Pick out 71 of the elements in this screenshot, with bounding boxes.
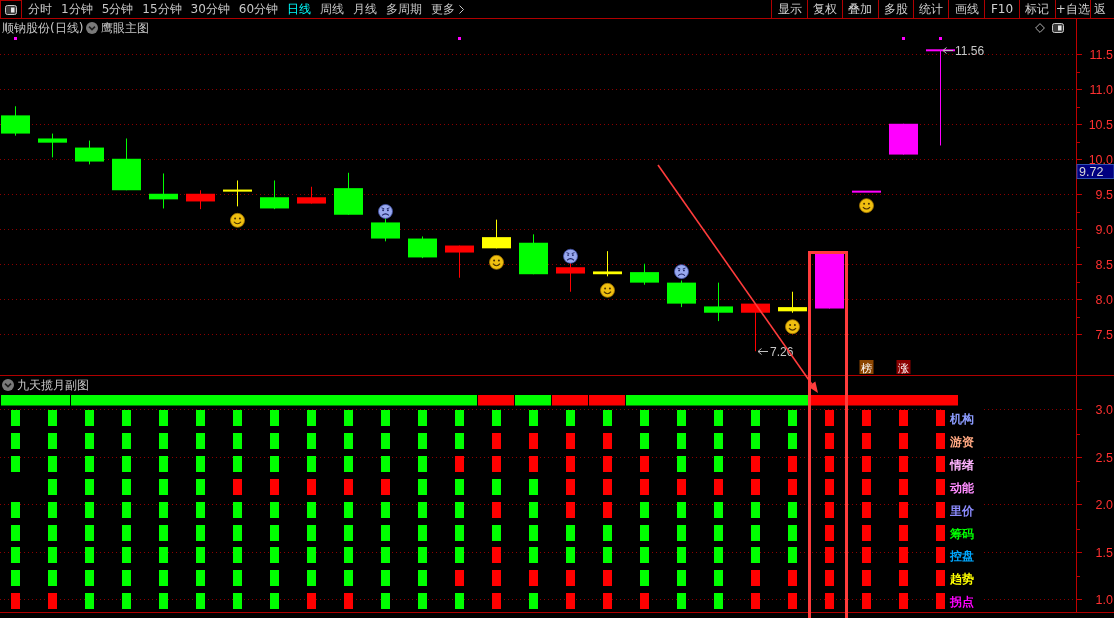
toolbar-button[interactable]: 返 bbox=[1090, 0, 1114, 18]
period-tab[interactable]: 月线 bbox=[353, 1, 378, 17]
signal-label: 里价 bbox=[950, 503, 974, 518]
axis-label: 8.5 bbox=[1095, 258, 1113, 272]
toolbar-button[interactable]: 叠加 bbox=[842, 0, 878, 18]
smiley-icon bbox=[785, 319, 800, 335]
smiley-icon bbox=[600, 282, 615, 298]
indicator-name: 九天揽月副图 bbox=[17, 377, 89, 393]
collapse-icon[interactable] bbox=[2, 379, 14, 391]
left-arrow-icon bbox=[942, 47, 954, 54]
signal-label: 筹码 bbox=[950, 526, 974, 541]
candlestick bbox=[1, 106, 30, 136]
period-tab[interactable]: 1分钟 bbox=[61, 1, 93, 17]
frown-icon bbox=[563, 248, 578, 264]
signal-label: 机构 bbox=[950, 412, 974, 426]
candlestick bbox=[445, 245, 474, 278]
axis-label: 9.0 bbox=[1095, 223, 1113, 237]
axis-label: 1.0 bbox=[1095, 593, 1113, 607]
period-tab[interactable]: 日线 bbox=[287, 1, 312, 17]
candlestick bbox=[889, 123, 918, 155]
sidebar-toggle-button[interactable] bbox=[0, 0, 22, 18]
axis-label: 1.5 bbox=[1095, 546, 1113, 560]
panel-toggle-icon bbox=[5, 4, 17, 15]
left-arrow-icon bbox=[757, 348, 769, 355]
signal-label: 控盘 bbox=[950, 549, 974, 564]
smiley-icon bbox=[489, 254, 504, 270]
axis-label: 3.0 bbox=[1095, 403, 1113, 417]
period-tab[interactable]: 周线 bbox=[320, 1, 345, 17]
axis-label: 9.5 bbox=[1095, 188, 1113, 202]
period-tab[interactable]: 15分钟 bbox=[142, 1, 182, 17]
axis-label: 11.0 bbox=[1089, 83, 1113, 97]
period-tab[interactable]: 5分钟 bbox=[101, 1, 134, 17]
stock-title: 顺钠股份(日线) bbox=[2, 20, 84, 36]
axis-label: 2.0 bbox=[1095, 498, 1113, 512]
signal-label: 趋势 bbox=[950, 572, 974, 587]
period-tab[interactable]: 分时 bbox=[28, 1, 52, 17]
toolbar-button[interactable]: 显示 bbox=[771, 0, 807, 18]
frown-icon bbox=[674, 264, 689, 280]
more-menu-tab[interactable]: 更多 bbox=[431, 1, 465, 17]
axis-label: 7.5 bbox=[1095, 328, 1113, 342]
period-tab[interactable]: 60分钟 bbox=[238, 1, 279, 17]
toolbar-button[interactable]: +自选 bbox=[1054, 0, 1090, 18]
period-tab[interactable]: 多周期 bbox=[386, 1, 423, 17]
chevron-right-icon bbox=[459, 4, 465, 14]
diamond-icon[interactable] bbox=[1035, 23, 1045, 33]
signal-badge: 榜 bbox=[859, 360, 874, 374]
toolbar-button[interactable]: 统计 bbox=[913, 0, 949, 18]
toolbar-button[interactable]: 标记 bbox=[1019, 0, 1055, 18]
last-price-tag: 9.72 bbox=[1076, 164, 1114, 179]
indicator-name: 鹰眼主图 bbox=[101, 20, 150, 36]
smiley-icon bbox=[230, 212, 245, 228]
signal-label: 情绪 bbox=[950, 457, 974, 472]
signal-label: 动能 bbox=[950, 480, 974, 495]
axis-label: 10.0 bbox=[1088, 153, 1113, 167]
period-tab[interactable]: 30分钟 bbox=[190, 1, 230, 17]
price-label: 11.56 bbox=[955, 44, 985, 58]
signal-label: 拐点 bbox=[950, 595, 974, 610]
signal-label: 游资 bbox=[950, 434, 974, 449]
signal-badge: 涨 bbox=[896, 360, 911, 374]
axis-label: 10.5 bbox=[1088, 118, 1113, 132]
collapse-icon[interactable] bbox=[86, 22, 99, 34]
toolbar-button[interactable]: 画线 bbox=[948, 0, 984, 18]
axis-label: 11.5 bbox=[1089, 48, 1113, 62]
toolbar-button[interactable]: F10 bbox=[983, 0, 1020, 18]
toolbar-button[interactable]: 复权 bbox=[806, 0, 843, 18]
toolbar-button[interactable]: 多股 bbox=[877, 0, 914, 18]
smiley-icon bbox=[859, 198, 874, 214]
frown-icon bbox=[378, 204, 393, 219]
axis-label: 2.5 bbox=[1095, 451, 1113, 465]
panel-toggle-icon[interactable] bbox=[1052, 23, 1064, 33]
axis-label: 8.0 bbox=[1095, 293, 1113, 307]
